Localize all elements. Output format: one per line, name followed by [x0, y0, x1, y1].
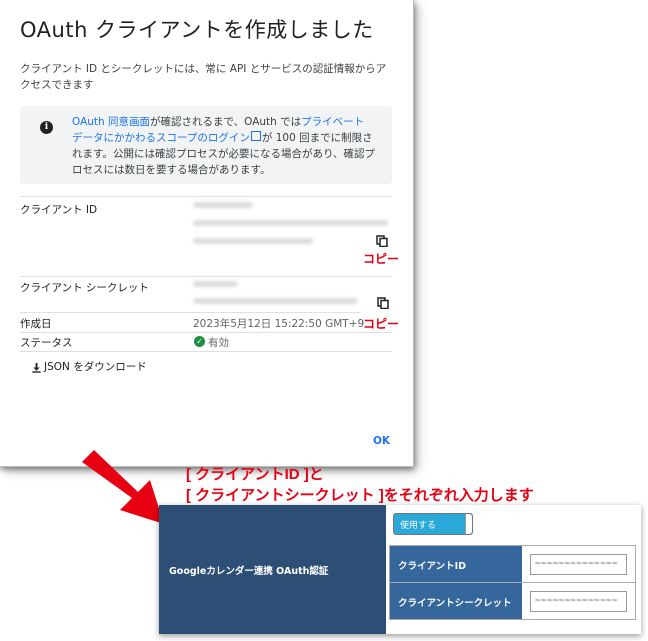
dialog-description: クライアント ID とシークレットには、常に API とサービスの認証情報からア… [20, 63, 387, 91]
toggle-row: 使用する [386, 505, 641, 543]
panel-section-header: Googleカレンダー連携 OAuth認証 [159, 505, 386, 634]
copy-annotation: コピー [363, 252, 400, 266]
divider [20, 196, 392, 197]
created-label: 作成日 [20, 318, 52, 330]
client-secret-value-redacted [193, 298, 358, 304]
info-text-1: が確認されるまで、OAuth では [150, 116, 302, 128]
use-toggle[interactable]: 使用する [393, 513, 473, 535]
client-id-value-redacted [193, 220, 388, 226]
client-id-input[interactable]: ~~~~~~~~~~~~~~ [530, 554, 627, 575]
client-secret-input-value: ~~~~~~~~~~~~~~ [535, 596, 618, 606]
toggle-knob [465, 514, 472, 534]
info-icon: i [40, 121, 53, 134]
divider [20, 276, 392, 277]
status-value: 有効 [208, 337, 229, 349]
divider [20, 351, 392, 352]
client-secret-label-cell: クライアントシークレット [390, 583, 522, 619]
download-icon [32, 362, 41, 373]
client-id-input-value: ~~~~~~~~~~~~~~ [535, 559, 618, 569]
client-secret-field-label: クライアントシークレット [398, 598, 512, 609]
copy-icon[interactable] [376, 235, 388, 247]
arrow-icon [82, 450, 164, 524]
download-json-button[interactable]: JSON をダウンロード [31, 359, 147, 374]
dialog-title: OAuth クライアントを作成しました [20, 18, 374, 42]
client-id-value-redacted [193, 238, 313, 244]
divider [20, 332, 392, 333]
client-id-label: クライアント ID [20, 204, 98, 216]
client-id-value-redacted [193, 202, 253, 208]
section-label: Googleカレンダー連携 OAuth認証 [169, 566, 329, 577]
created-value: 2023年5月12日 15:22:50 GMT+9 [193, 318, 365, 330]
client-secret-value-redacted [193, 281, 238, 287]
client-secret-label: クライアント シークレット [20, 282, 149, 294]
copy-annotation: コピー [363, 317, 400, 331]
client-id-row: クライアントID ~~~~~~~~~~~~~~ [389, 545, 636, 583]
download-json-label: JSON をダウンロード [44, 361, 147, 373]
ok-button[interactable]: OK [373, 435, 390, 447]
oauth-settings-panel: Googleカレンダー連携 OAuth認証 使用する クライアントID ~~~~… [159, 505, 641, 634]
info-notice: i OAuth 同意画面が確認されるまで、OAuth ではプライベート データに… [20, 106, 392, 184]
client-id-label-cell: クライアントID [390, 546, 522, 582]
consent-screen-link[interactable]: OAuth 同意画面 [72, 116, 150, 128]
instruction-line-1: [ クライアントID ]と [186, 466, 324, 483]
client-id-field-label: クライアントID [398, 561, 467, 572]
client-secret-row: クライアントシークレット ~~~~~~~~~~~~~~ [389, 582, 636, 620]
instruction-line-2: [ クライアントシークレット ]をそれぞれ入力します [186, 487, 534, 504]
info-notice-text: OAuth 同意画面が確認されるまで、OAuth ではプライベート データにかか… [72, 114, 377, 178]
status-label: ステータス [20, 337, 73, 349]
external-link-icon [250, 131, 261, 141]
check-circle-icon: ✓ [194, 336, 205, 347]
copy-icon[interactable] [377, 297, 389, 309]
client-secret-input[interactable]: ~~~~~~~~~~~~~~ [530, 591, 627, 612]
toggle-label: 使用する [400, 521, 437, 531]
oauth-client-created-dialog: OAuth クライアントを作成しました クライアント ID とシークレットには、… [0, 0, 414, 467]
divider [20, 312, 360, 313]
